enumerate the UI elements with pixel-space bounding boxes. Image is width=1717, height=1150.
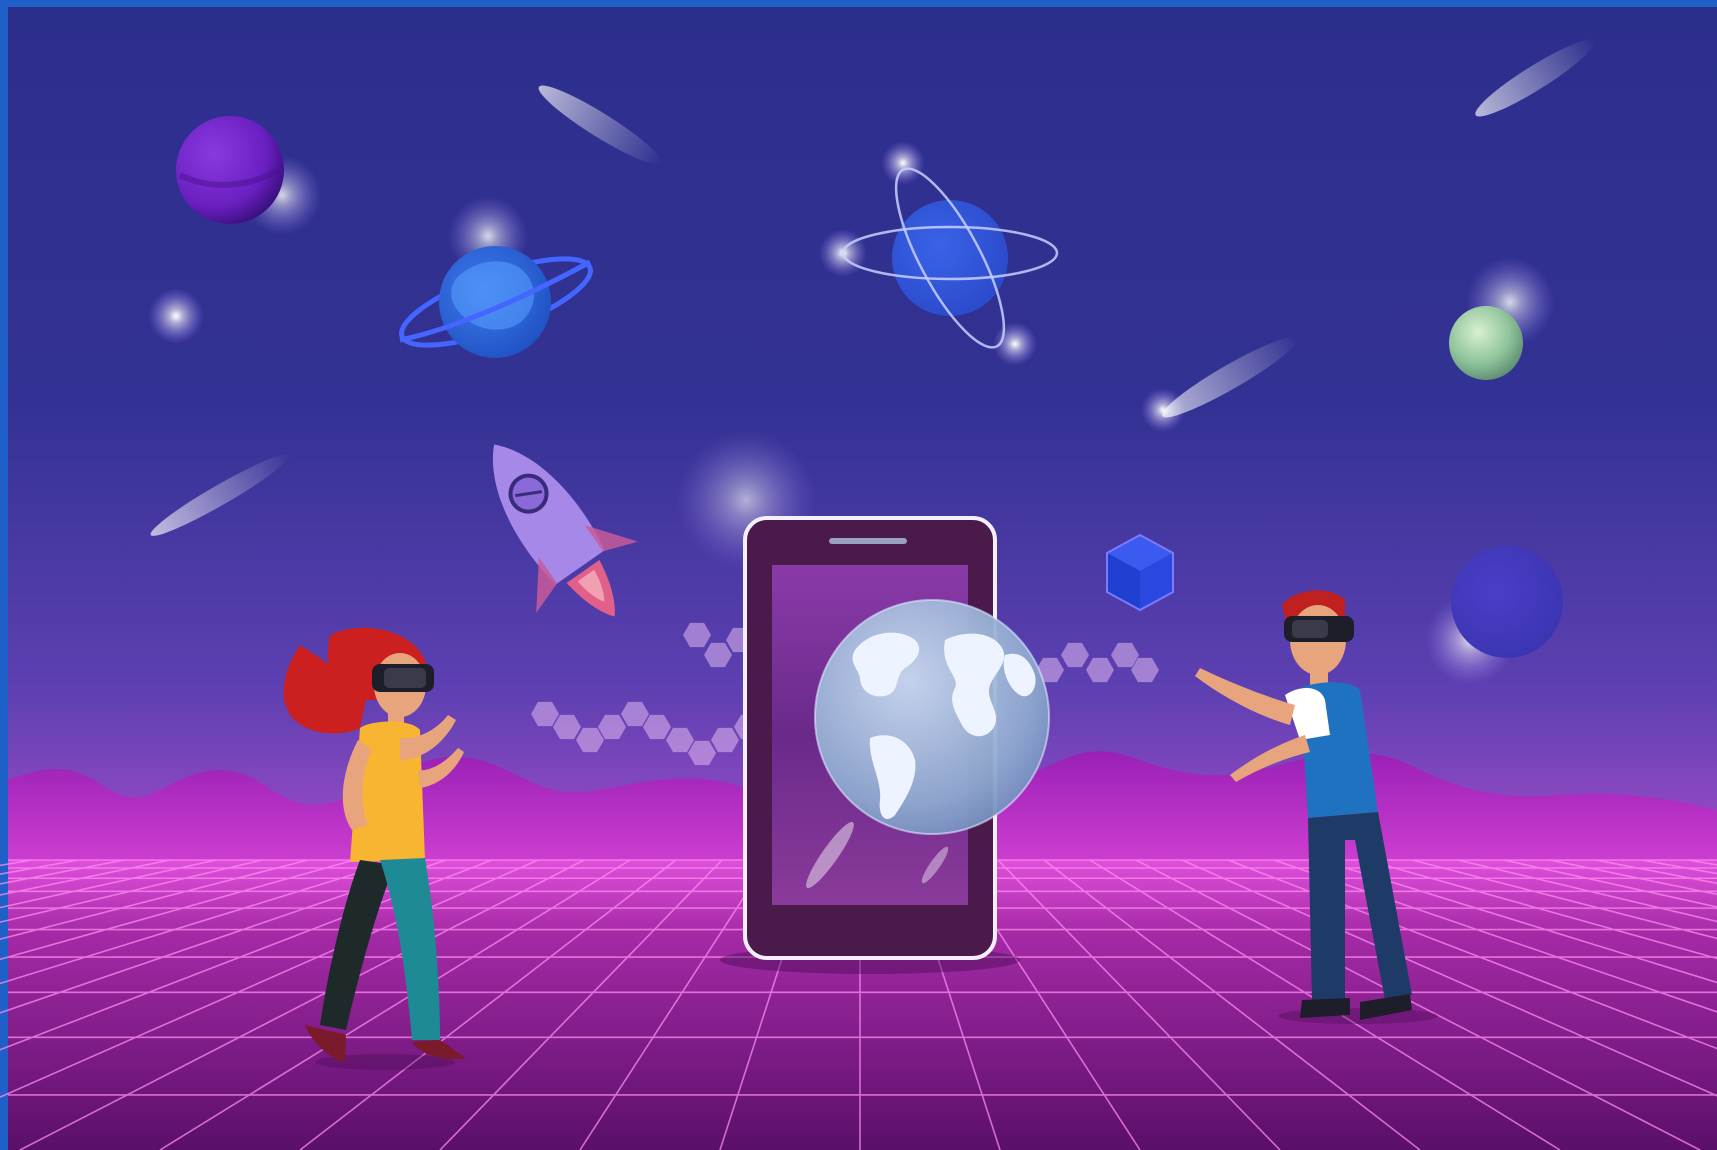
purple-planet-icon — [176, 116, 284, 224]
blue-planet-icon — [1451, 546, 1563, 658]
globe-icon — [814, 599, 1050, 835]
metaverse-scene — [0, 0, 1717, 1150]
green-planet-icon — [1449, 306, 1523, 380]
